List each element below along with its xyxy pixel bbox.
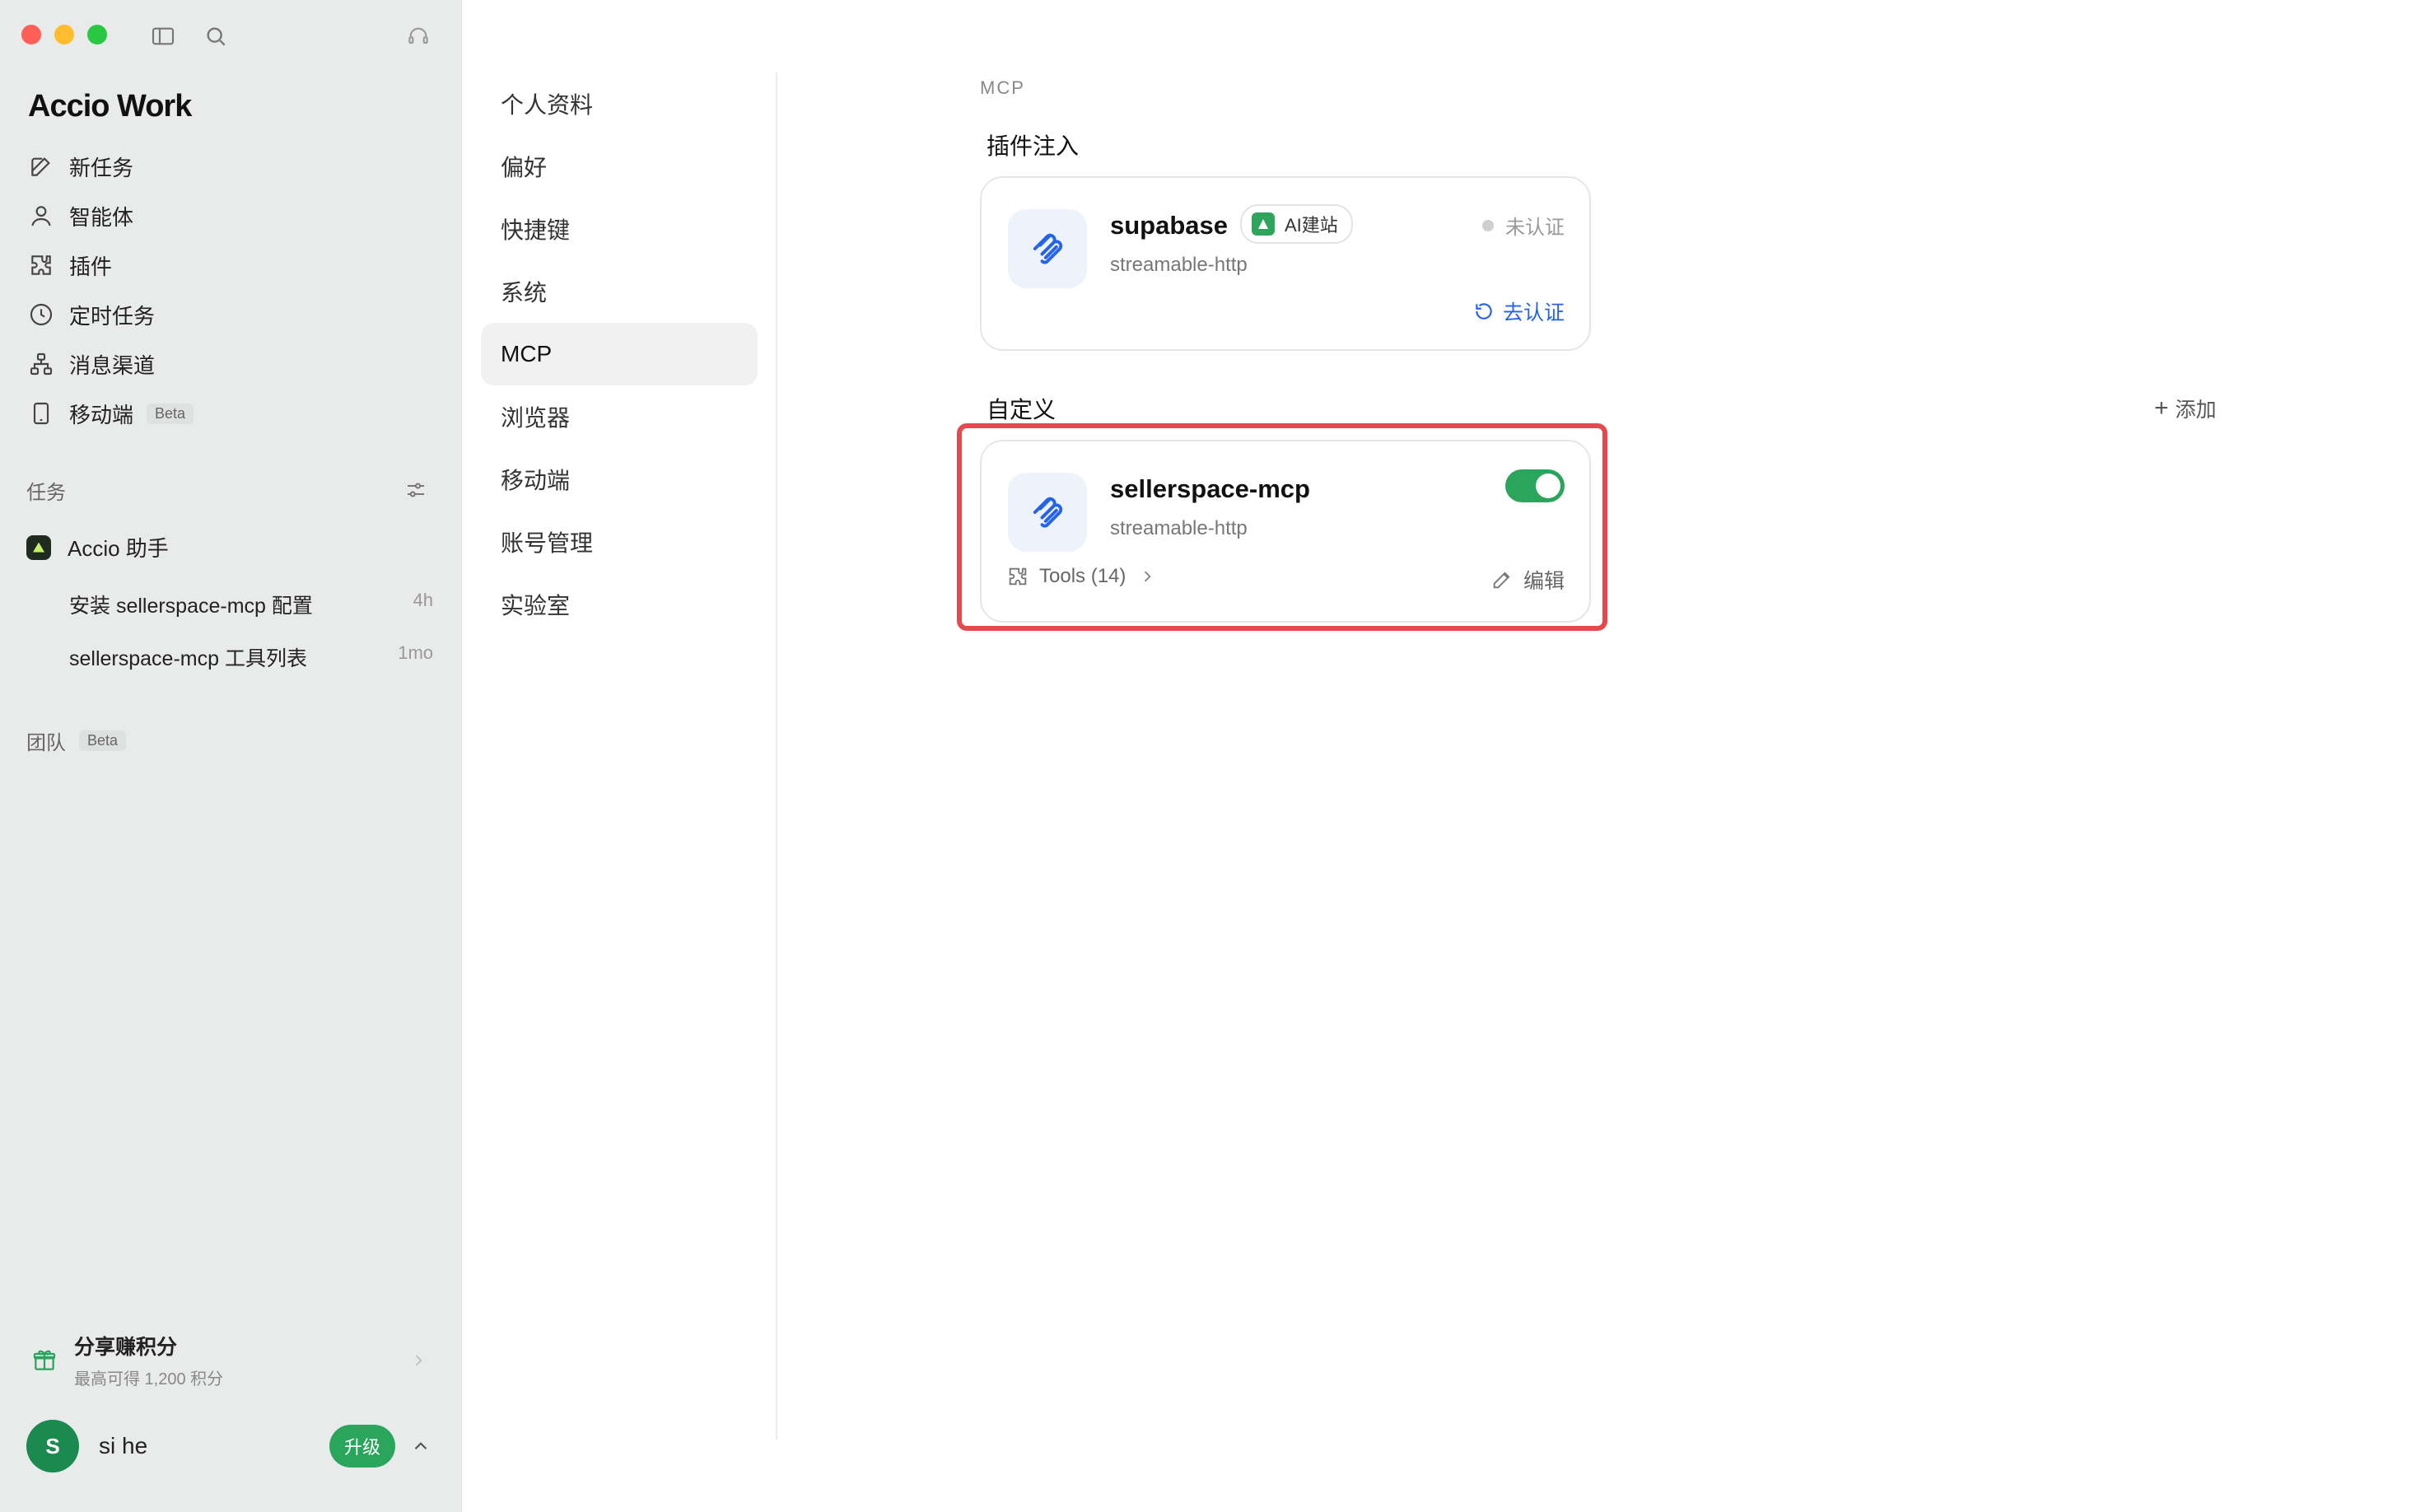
authenticate-button[interactable]: 去认证 [1473,296,1565,326]
edit-label: 编辑 [1523,570,1565,593]
sidebar-item-scheduled-tasks[interactable]: 定时任务 [28,290,194,339]
sidebar-item-label: 消息渠道 [69,352,156,378]
sidebar-item-agents[interactable]: 智能体 [28,191,194,240]
upgrade-button[interactable]: 升级 [329,1425,395,1468]
beta-badge: Beta [79,730,127,751]
refresh-icon [1476,303,1492,320]
sidebar-item-label: 新任务 [69,155,134,180]
tag-label: AI建站 [1285,215,1338,236]
tools-label: Tools (14) [1039,565,1127,587]
tools-expander[interactable]: Tools (14) [1006,565,1155,588]
sidebar-item-label: 移动端 [69,402,134,427]
chevron-right-icon [415,1355,422,1365]
status-dot-icon [1482,219,1494,231]
custom-section-title: 自定义 [987,397,1057,422]
page-title: MCP [980,77,1025,98]
beta-badge: Beta [147,403,194,424]
mcp-name: supabase [1110,211,1229,240]
sidebar-item-new-task[interactable]: 新任务 [28,142,194,191]
team-label-text: 团队 [26,732,66,754]
search-icon[interactable] [203,23,229,49]
assistant-item[interactable]: Accio 助手 [26,532,169,562]
task-title: 安装 sellerspace-mcp 配置 [69,595,313,618]
plugin-section-title: 插件注入 [987,133,1080,159]
share-rewards-banner[interactable]: 分享赚积分 最高可得 1,200 积分 [31,1331,427,1389]
settings-nav: 个人资料 偏好 快捷键 系统 MCP 浏览器 移动端 账号管理 实验室 [481,72,758,636]
settings-tab-profile[interactable]: 个人资料 [481,72,758,135]
mcp-server-icon [1008,209,1087,288]
settings-tab-shortcuts[interactable]: 快捷键 [481,198,758,260]
auth-status: 未认证 [1482,211,1565,240]
mcp-server-icon [1008,473,1087,552]
window-controls [21,25,107,44]
phone-icon [33,402,49,425]
sidebar-item-label: 定时任务 [69,303,156,329]
settings-tab-system[interactable]: 系统 [481,260,758,323]
settings-tab-lab[interactable]: 实验室 [481,573,758,636]
edit-icon [31,157,50,176]
brand-logo: Accio Work [28,89,192,124]
edit-mcp-button[interactable]: 编辑 [1490,565,1565,595]
plugin-mcp-card: supabase AI建站 streamable-http 未认证 去认证 [980,176,1591,351]
sidebar-item-plugins[interactable]: 插件 [28,240,194,290]
mcp-name: sellerspace-mcp [1110,474,1310,503]
avatar: S [26,1420,79,1472]
sidebar: Accio Work 新任务 智能体 插件 定时任务 消息渠道 移动端 Beta… [0,0,462,1512]
network-icon [30,352,53,376]
settings-divider [776,72,777,1440]
authenticate-label: 去认证 [1502,301,1565,324]
add-mcp-button[interactable]: + 添加 [2154,394,2217,423]
chevron-right-icon [1145,571,1151,582]
toggle-knob [1536,474,1560,498]
sidebar-nav: 新任务 智能体 插件 定时任务 消息渠道 移动端 Beta [28,142,194,438]
settings-tab-mcp[interactable]: MCP [481,323,758,385]
sidebar-item-label: 插件 [69,254,113,279]
user-name: si he [99,1433,148,1458]
puzzle-icon [1009,567,1027,586]
assistant-label: Accio 助手 [68,536,169,561]
status-label: 未认证 [1505,217,1565,239]
task-time: 4h [413,590,433,610]
custom-mcp-card: sellerspace-mcp streamable-http Tools (1… [980,440,1591,623]
mcp-transport-type: streamable-http [1110,517,1248,539]
task-item[interactable]: 安装 sellerspace-mcp 配置 4h [69,590,433,619]
minimize-window-button[interactable] [54,25,74,44]
assistant-avatar-icon [26,534,51,560]
settings-tab-browser[interactable]: 浏览器 [481,385,758,448]
filter-icon[interactable] [404,478,428,502]
gift-icon [33,1350,56,1370]
team-section-label: 团队 Beta [26,726,127,755]
puzzle-icon [31,255,51,275]
share-title: 分享赚积分 [74,1336,178,1359]
task-time: 1mo [398,642,433,663]
ai-site-tag: AI建站 [1240,204,1353,244]
headset-icon[interactable] [405,23,431,49]
settings-tab-mobile[interactable]: 移动端 [481,448,758,511]
chevron-up-icon[interactable] [410,1435,431,1457]
sidebar-item-mobile[interactable]: 移动端 Beta [28,389,194,438]
sidebar-item-channels[interactable]: 消息渠道 [28,339,194,389]
sidebar-item-label: 智能体 [69,204,134,230]
settings-tab-preferences[interactable]: 偏好 [481,135,758,198]
task-title: sellerspace-mcp 工具列表 [69,647,307,670]
person-icon [31,206,51,226]
mcp-transport-type: streamable-http [1110,254,1248,276]
zoom-window-button[interactable] [87,25,107,44]
clock-icon [30,303,53,326]
settings-tab-account[interactable]: 账号管理 [481,511,758,573]
plus-icon: + [2154,394,2169,422]
share-subtitle: 最高可得 1,200 积分 [74,1370,224,1388]
ai-site-icon [1252,212,1275,236]
tasks-section-label: 任务 [26,482,66,504]
close-window-button[interactable] [21,25,41,44]
pencil-icon [1493,572,1510,589]
task-item[interactable]: sellerspace-mcp 工具列表 1mo [69,642,433,672]
user-profile[interactable]: S si he 升级 [26,1420,431,1472]
sidebar-toggle-icon[interactable] [150,23,176,49]
mcp-enable-toggle[interactable] [1505,469,1565,502]
add-label: 添加 [2175,399,2217,422]
